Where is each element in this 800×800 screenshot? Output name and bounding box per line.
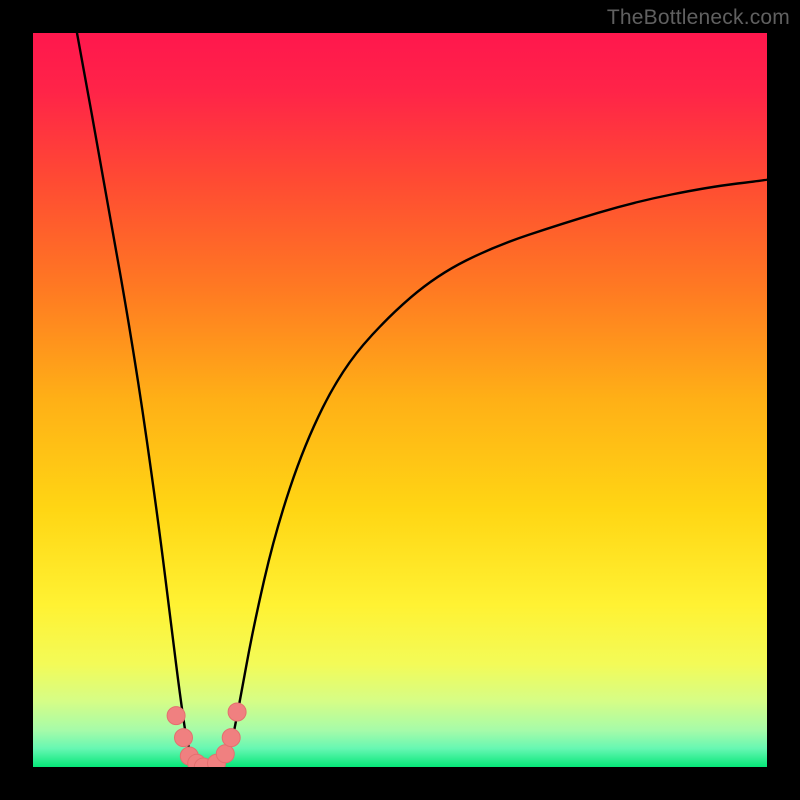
chart-frame: TheBottleneck.com (0, 0, 800, 800)
highlight-dot (175, 729, 193, 747)
watermark-text: TheBottleneck.com (607, 6, 790, 30)
minimum-dots (167, 703, 246, 767)
highlight-dot (167, 707, 185, 725)
bottleneck-curve (77, 33, 767, 767)
highlight-dot (228, 703, 246, 721)
plot-area (33, 33, 767, 767)
highlight-dot (216, 745, 234, 763)
curve-layer (33, 33, 767, 767)
highlight-dot (222, 729, 240, 747)
